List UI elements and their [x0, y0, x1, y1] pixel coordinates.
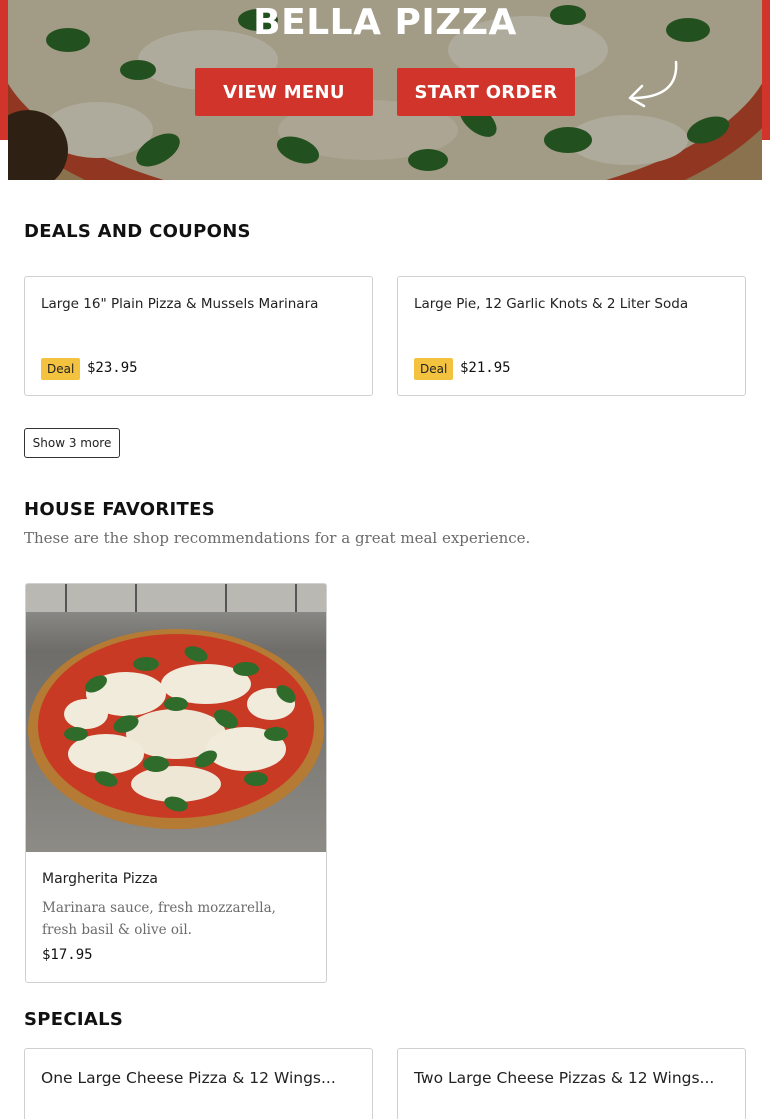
deal-badge: Deal — [414, 358, 454, 380]
start-order-button[interactable]: START ORDER — [397, 68, 575, 116]
menu-item-name: Margherita Pizza — [42, 871, 159, 887]
special-name: One Large Cheese Pizza & 12 Wings... — [41, 1069, 336, 1087]
deal-name: Large 16" Plain Pizza & Mussels Marinara — [41, 296, 319, 312]
menu-item-card[interactable]: Margherita Pizza Marinara sauce, fresh m… — [25, 583, 327, 983]
hero-banner: BELLA PIZZA VIEW MENU START ORDER — [8, 0, 762, 180]
favorites-section-title: HOUSE FAVORITES — [24, 499, 215, 520]
show-more-deals-button[interactable]: Show 3 more — [24, 428, 120, 458]
deal-card[interactable]: Large 16" Plain Pizza & Mussels Marinara… — [24, 276, 373, 396]
deal-name: Large Pie, 12 Garlic Knots & 2 Liter Sod… — [414, 296, 689, 312]
deal-card[interactable]: Large Pie, 12 Garlic Knots & 2 Liter Sod… — [397, 276, 746, 396]
deal-price: $21.95 — [460, 360, 511, 376]
favorites-subtitle: These are the shop recommendations for a… — [24, 529, 531, 547]
menu-item-price: $17.95 — [42, 947, 93, 963]
deal-badge: Deal — [41, 358, 81, 380]
deal-price: $23.95 — [87, 360, 138, 376]
view-menu-button[interactable]: VIEW MENU — [195, 68, 373, 116]
deals-section-title: DEALS AND COUPONS — [24, 221, 251, 242]
specials-section-title: SPECIALS — [24, 1009, 124, 1030]
curved-arrow-icon — [628, 60, 678, 108]
restaurant-name: BELLA PIZZA — [253, 2, 517, 43]
menu-item-description: Marinara sauce, fresh mozzarella, fresh … — [42, 900, 276, 938]
special-card[interactable]: One Large Cheese Pizza & 12 Wings... — [24, 1048, 373, 1119]
special-name: Two Large Cheese Pizzas & 12 Wings... — [414, 1069, 715, 1087]
special-card[interactable]: Two Large Cheese Pizzas & 12 Wings... — [397, 1048, 746, 1119]
margherita-pizza-image — [26, 584, 326, 852]
